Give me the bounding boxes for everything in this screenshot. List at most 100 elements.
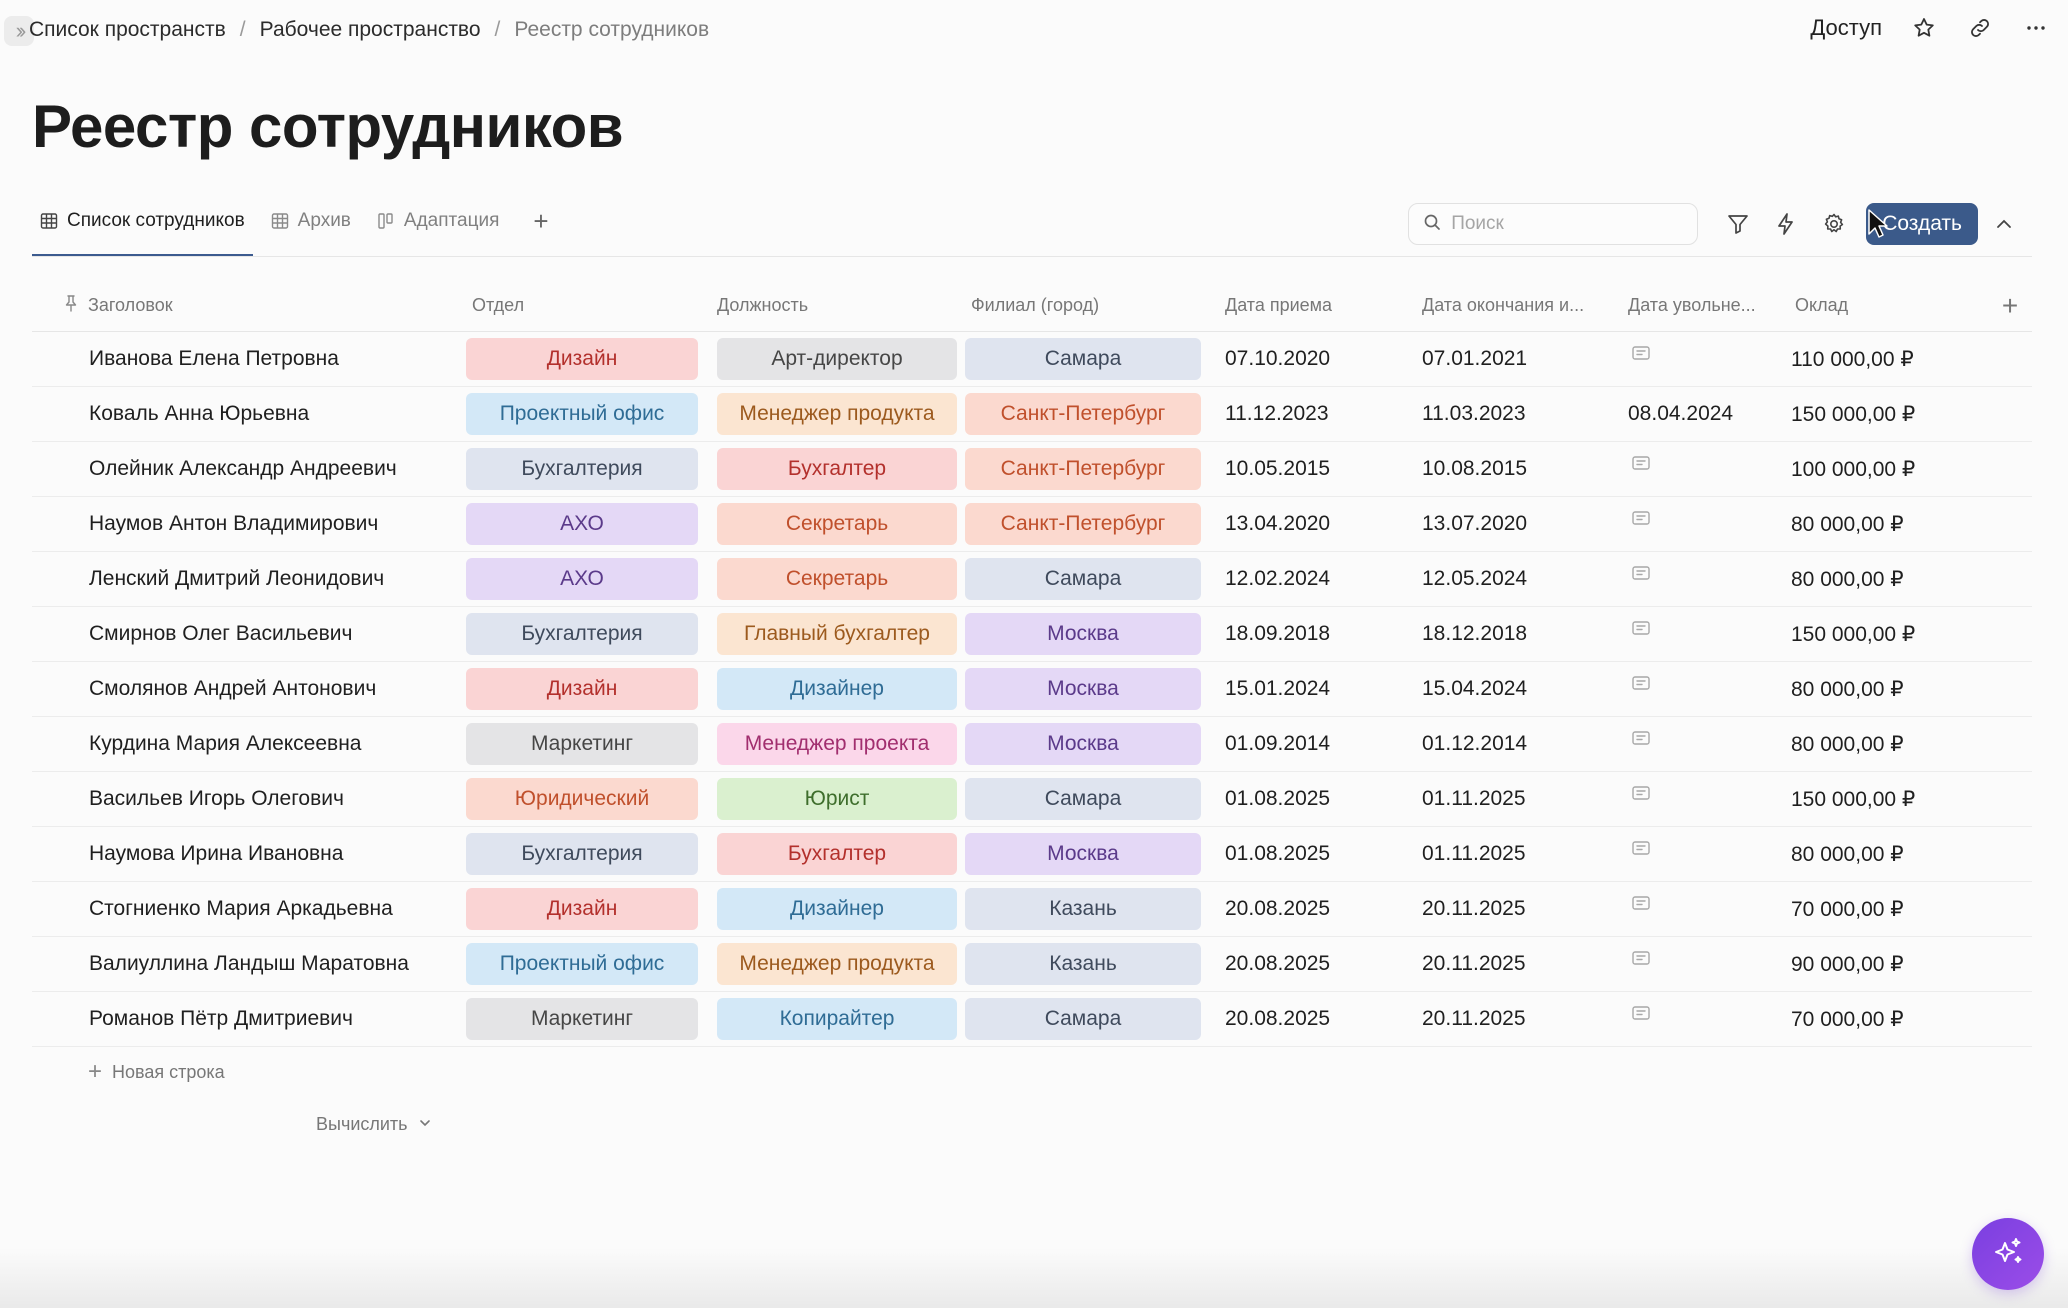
department-cell[interactable]: Дизайн bbox=[464, 668, 708, 710]
hire-date-cell[interactable]: 12.02.2024 bbox=[1210, 567, 1407, 591]
employee-name-cell[interactable]: Наумов Антон Владимирович bbox=[32, 512, 464, 536]
end-date-cell[interactable]: 20.11.2025 bbox=[1407, 952, 1617, 976]
column-header-position[interactable]: Должность bbox=[708, 295, 962, 316]
department-cell[interactable]: Бухгалтерия bbox=[464, 448, 708, 490]
end-date-cell[interactable]: 11.03.2023 bbox=[1407, 402, 1617, 426]
column-header-branch[interactable]: Филиал (город) bbox=[962, 295, 1210, 316]
branch-cell[interactable]: Москва bbox=[962, 723, 1210, 765]
department-cell[interactable]: АХО bbox=[464, 558, 708, 600]
end-date-cell[interactable]: 07.01.2021 bbox=[1407, 347, 1617, 371]
hire-date-cell[interactable]: 15.01.2024 bbox=[1210, 677, 1407, 701]
department-cell[interactable]: АХО bbox=[464, 503, 708, 545]
salary-cell[interactable]: 70 000,00 ₽ bbox=[1788, 1007, 1988, 1032]
dismissal-date-cell[interactable] bbox=[1617, 456, 1788, 478]
position-cell[interactable]: Копирайтер bbox=[708, 998, 962, 1040]
salary-cell[interactable]: 80 000,00 ₽ bbox=[1788, 732, 1988, 757]
table-row[interactable]: Стогниенко Мария Аркадьевна Дизайн Дизайне… bbox=[32, 882, 2032, 937]
employee-name-cell[interactable]: Смолянов Андрей Антонович bbox=[32, 677, 464, 701]
column-header-salary[interactable]: Оклад bbox=[1788, 295, 1988, 316]
filter-icon[interactable] bbox=[1714, 203, 1762, 245]
table-row[interactable]: Смирнов Олег Васильевич Бухгалтерия Главны… bbox=[32, 607, 2032, 662]
position-cell[interactable]: Менеджер проекта bbox=[708, 723, 962, 765]
column-header-dept[interactable]: Отдел bbox=[464, 295, 708, 316]
salary-cell[interactable]: 150 000,00 ₽ bbox=[1788, 622, 1988, 647]
dismissal-date-cell[interactable] bbox=[1617, 951, 1788, 973]
tab-adaptation[interactable]: Адаптация bbox=[369, 200, 507, 257]
table-row[interactable]: Коваль Анна Юрьевна Проектный офис Менедже… bbox=[32, 387, 2032, 442]
table-row[interactable]: Ленский Дмитрий Леонидович АХО Секретарь Са… bbox=[32, 552, 2032, 607]
hire-date-cell[interactable]: 07.10.2020 bbox=[1210, 347, 1407, 371]
table-row[interactable]: Наумов Антон Владимирович АХО Секретарь Сан… bbox=[32, 497, 2032, 552]
employee-name-cell[interactable]: Олейник Александр Андреевич bbox=[32, 457, 464, 481]
table-row[interactable]: Курдина Мария Алексеевна Маркетинг Менедже… bbox=[32, 717, 2032, 772]
salary-cell[interactable]: 150 000,00 ₽ bbox=[1788, 787, 1988, 812]
hire-date-cell[interactable]: 01.08.2025 bbox=[1210, 787, 1407, 811]
dismissal-date-cell[interactable] bbox=[1617, 896, 1788, 918]
employee-name-cell[interactable]: Коваль Анна Юрьевна bbox=[32, 402, 464, 426]
branch-cell[interactable]: Москва bbox=[962, 833, 1210, 875]
salary-cell[interactable]: 80 000,00 ₽ bbox=[1788, 677, 1988, 702]
end-date-cell[interactable]: 01.11.2025 bbox=[1407, 842, 1617, 866]
department-cell[interactable]: Маркетинг bbox=[464, 998, 708, 1040]
settings-gear-icon[interactable] bbox=[1810, 203, 1858, 245]
hire-date-cell[interactable]: 10.05.2015 bbox=[1210, 457, 1407, 481]
position-cell[interactable]: Дизайнер bbox=[708, 668, 962, 710]
position-cell[interactable]: Главный бухгалтер bbox=[708, 613, 962, 655]
dismissal-date-cell[interactable] bbox=[1617, 1006, 1788, 1028]
position-cell[interactable]: Менеджер продукта bbox=[708, 943, 962, 985]
position-cell[interactable]: Менеджер продукта bbox=[708, 393, 962, 435]
hire-date-cell[interactable]: 18.09.2018 bbox=[1210, 622, 1407, 646]
new-row-button[interactable]: + Новая строка bbox=[88, 1060, 225, 1084]
dismissal-date-cell[interactable] bbox=[1617, 786, 1788, 808]
hire-date-cell[interactable]: 20.08.2025 bbox=[1210, 1007, 1407, 1031]
hire-date-cell[interactable]: 13.04.2020 bbox=[1210, 512, 1407, 536]
breadcrumb-item-spaces[interactable]: Список пространств bbox=[29, 18, 226, 42]
branch-cell[interactable]: Самара bbox=[962, 998, 1210, 1040]
end-date-cell[interactable]: 20.11.2025 bbox=[1407, 1007, 1617, 1031]
department-cell[interactable]: Проектный офис bbox=[464, 393, 708, 435]
department-cell[interactable]: Дизайн bbox=[464, 888, 708, 930]
star-icon[interactable] bbox=[1910, 14, 1938, 42]
dismissal-date-cell[interactable] bbox=[1617, 731, 1788, 753]
end-date-cell[interactable]: 10.08.2015 bbox=[1407, 457, 1617, 481]
access-button[interactable]: Доступ bbox=[1810, 15, 1882, 41]
department-cell[interactable]: Бухгалтерия bbox=[464, 833, 708, 875]
branch-cell[interactable]: Санкт-Петербург bbox=[962, 503, 1210, 545]
add-column-button[interactable]: + bbox=[1988, 290, 2032, 322]
branch-cell[interactable]: Самара bbox=[962, 338, 1210, 380]
table-row[interactable]: Олейник Александр Андреевич Бухгалтерия Бу… bbox=[32, 442, 2032, 497]
branch-cell[interactable]: Казань bbox=[962, 943, 1210, 985]
salary-cell[interactable]: 150 000,00 ₽ bbox=[1788, 402, 1988, 427]
employee-name-cell[interactable]: Наумова Ирина Ивановна bbox=[32, 842, 464, 866]
table-row[interactable]: Наумова Ирина Ивановна Бухгалтерия Бухгалт… bbox=[32, 827, 2032, 882]
dismissal-date-cell[interactable] bbox=[1617, 511, 1788, 533]
salary-cell[interactable]: 70 000,00 ₽ bbox=[1788, 897, 1988, 922]
search-input[interactable] bbox=[1451, 213, 1672, 235]
chevron-up-icon[interactable] bbox=[1980, 203, 2028, 245]
column-header-title[interactable]: Заголовок bbox=[32, 294, 464, 317]
dismissal-date-cell[interactable] bbox=[1617, 566, 1788, 588]
department-cell[interactable]: Юридический bbox=[464, 778, 708, 820]
employee-name-cell[interactable]: Васильев Игорь Олегович bbox=[32, 787, 464, 811]
hire-date-cell[interactable]: 01.08.2025 bbox=[1210, 842, 1407, 866]
branch-cell[interactable]: Самара bbox=[962, 778, 1210, 820]
end-date-cell[interactable]: 15.04.2024 bbox=[1407, 677, 1617, 701]
position-cell[interactable]: Дизайнер bbox=[708, 888, 962, 930]
branch-cell[interactable]: Санкт-Петербург bbox=[962, 393, 1210, 435]
position-cell[interactable]: Бухгалтер bbox=[708, 448, 962, 490]
employee-name-cell[interactable]: Ленский Дмитрий Леонидович bbox=[32, 567, 464, 591]
table-row[interactable]: Смолянов Андрей Антонович Дизайн Дизайнер М… bbox=[32, 662, 2032, 717]
hire-date-cell[interactable]: 01.09.2014 bbox=[1210, 732, 1407, 756]
tab-archive[interactable]: Архив bbox=[263, 200, 359, 257]
salary-cell[interactable]: 80 000,00 ₽ bbox=[1788, 567, 1988, 592]
branch-cell[interactable]: Санкт-Петербург bbox=[962, 448, 1210, 490]
position-cell[interactable]: Бухгалтер bbox=[708, 833, 962, 875]
hire-date-cell[interactable]: 11.12.2023 bbox=[1210, 402, 1407, 426]
end-date-cell[interactable]: 12.05.2024 bbox=[1407, 567, 1617, 591]
hire-date-cell[interactable]: 20.08.2025 bbox=[1210, 897, 1407, 921]
end-date-cell[interactable]: 01.12.2014 bbox=[1407, 732, 1617, 756]
employee-name-cell[interactable]: Иванова Елена Петровна bbox=[32, 347, 464, 371]
position-cell[interactable]: Юрист bbox=[708, 778, 962, 820]
salary-cell[interactable]: 80 000,00 ₽ bbox=[1788, 512, 1988, 537]
employee-name-cell[interactable]: Смирнов Олег Васильевич bbox=[32, 622, 464, 646]
